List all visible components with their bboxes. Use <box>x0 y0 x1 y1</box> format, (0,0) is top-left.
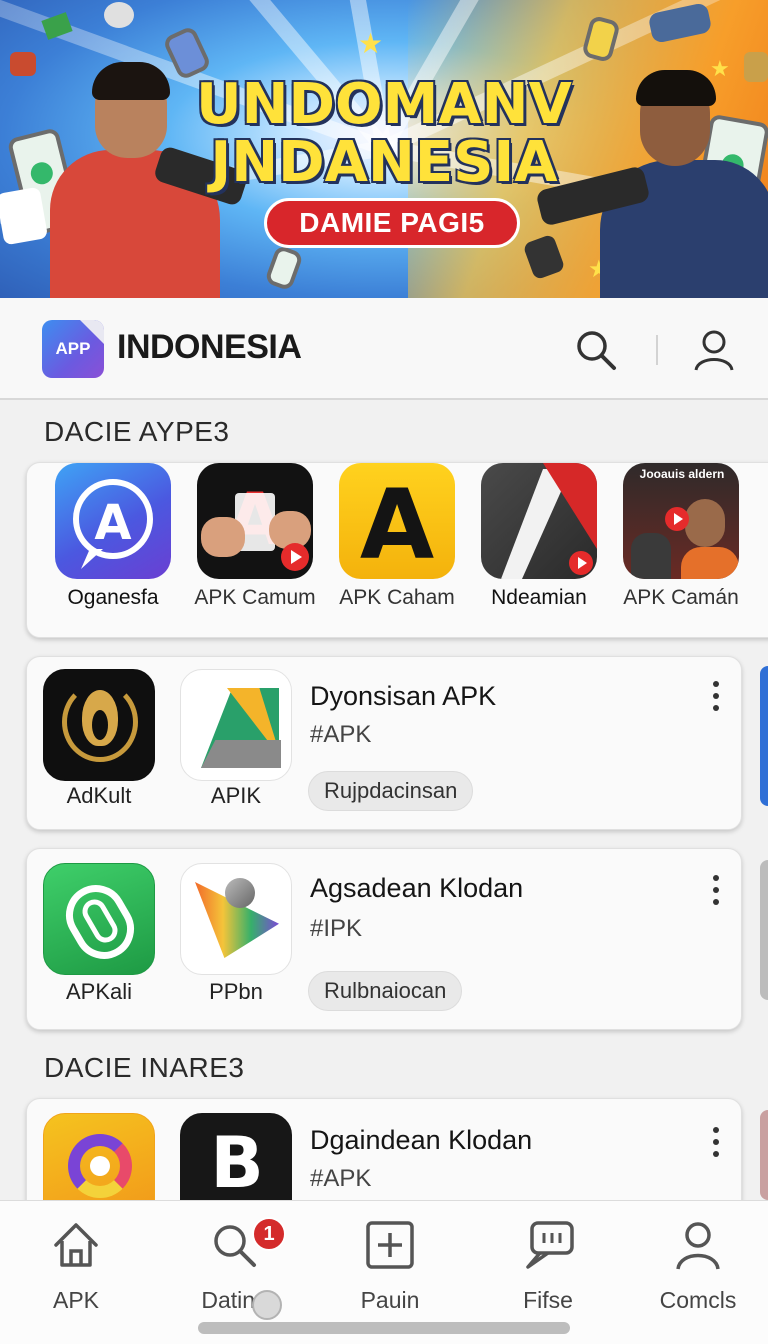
app-logo[interactable]: APP <box>42 320 104 378</box>
banner-title-line1: UNDOMANV <box>196 72 572 137</box>
chat-a-icon: A <box>55 463 171 579</box>
video-icon: Jooauis aldern <box>623 463 739 579</box>
featured-apps-carousel[interactable]: A Oganesfa A APK Camum A APK Caham <box>26 462 768 638</box>
app-name: APK Camán <box>623 586 739 609</box>
profile-icon <box>676 1222 720 1270</box>
nav-label: Pauin <box>360 1287 420 1313</box>
star-icon: ★ <box>358 28 384 59</box>
app-name: Ndeamian <box>491 586 587 609</box>
app-list-card[interactable]: APKali PPbn Agsadean Klodan #IPK Rulbnai… <box>26 848 742 1030</box>
section-title: DACIE AYPE3 <box>44 416 230 447</box>
hands-a-icon: A <box>197 463 313 579</box>
scroll-knob[interactable] <box>252 1290 282 1320</box>
app-name: Oganesfa <box>67 586 159 609</box>
search-icon[interactable] <box>574 328 618 372</box>
nav-label: Datiny <box>201 1287 267 1313</box>
brand-title: INDONESIA <box>117 328 302 366</box>
nav-label: Fifse <box>523 1287 573 1313</box>
app-header: APP INDONESIA <box>0 298 768 400</box>
nav-label: APK <box>52 1287 100 1313</box>
nav-label: Comcls <box>659 1287 737 1313</box>
banner-title-line2: JNDANESIA <box>210 130 558 195</box>
app2-label: APIK <box>210 783 262 808</box>
slanted-a-icon <box>481 463 597 579</box>
app2-logo-text: B <box>210 1122 264 1204</box>
banner-cta-button[interactable]: DAMIE PAGI5 <box>264 198 520 248</box>
category-chip[interactable]: Rulbnaiocan <box>308 971 463 1011</box>
next-card-peek <box>760 1110 768 1200</box>
row-subtitle: #IPK <box>310 915 363 942</box>
add-box-icon <box>366 1221 414 1269</box>
row-subtitle: #APK <box>310 721 372 748</box>
app-name: APK Caham <box>339 586 455 609</box>
header-divider <box>656 335 658 365</box>
gear-illustration <box>104 2 134 28</box>
promo-banner[interactable]: ★ ★ ★ UNDOMANV JNDANESIA DAMIE PAGI5 <box>0 0 768 300</box>
app-list-card[interactable]: AdKult AP APIK Dyonsisan APK #APK Rujpda… <box>26 656 742 830</box>
app1-label: APKali <box>65 979 133 1004</box>
notification-badge: 1 <box>252 1217 286 1251</box>
phone-illustration <box>264 244 304 292</box>
more-options-icon[interactable] <box>707 681 725 711</box>
camera-ring-icon <box>43 1113 155 1213</box>
app1-label: AdKult <box>66 783 132 808</box>
more-options-icon[interactable] <box>707 875 725 905</box>
next-card-peek <box>760 860 768 1000</box>
prism-icon <box>180 863 292 975</box>
next-card-peek <box>760 666 768 806</box>
chat-bubble-icon <box>526 1221 574 1269</box>
row-subtitle: #APK <box>310 1165 372 1192</box>
yellow-a-icon: A <box>339 463 455 579</box>
user-icon[interactable] <box>692 328 736 372</box>
app2-label: PPbn <box>209 979 263 1004</box>
more-options-icon[interactable] <box>707 1127 725 1157</box>
b-letter-icon: B <box>180 1113 292 1213</box>
row-title: Agsadean Klodan <box>310 873 524 903</box>
app2-logo-text: AP <box>193 680 221 702</box>
laurel-flame-icon <box>43 669 155 781</box>
logo-text: APP <box>55 339 91 358</box>
row-title: Dgaindean Klodan <box>310 1125 533 1155</box>
category-chip[interactable]: Rujpdacinsan <box>308 771 474 811</box>
row-title: Dyonsisan APK <box>310 681 497 711</box>
app-name: APK Camum <box>194 586 316 609</box>
home-icon <box>54 1223 98 1267</box>
paperclip-icon <box>43 863 155 975</box>
video-thumb-text: Jooauis aldern <box>639 467 725 481</box>
triangle-ap-icon: AP <box>180 669 292 781</box>
section-title: DACIE INARE3 <box>44 1052 245 1083</box>
home-indicator[interactable] <box>198 1322 570 1334</box>
